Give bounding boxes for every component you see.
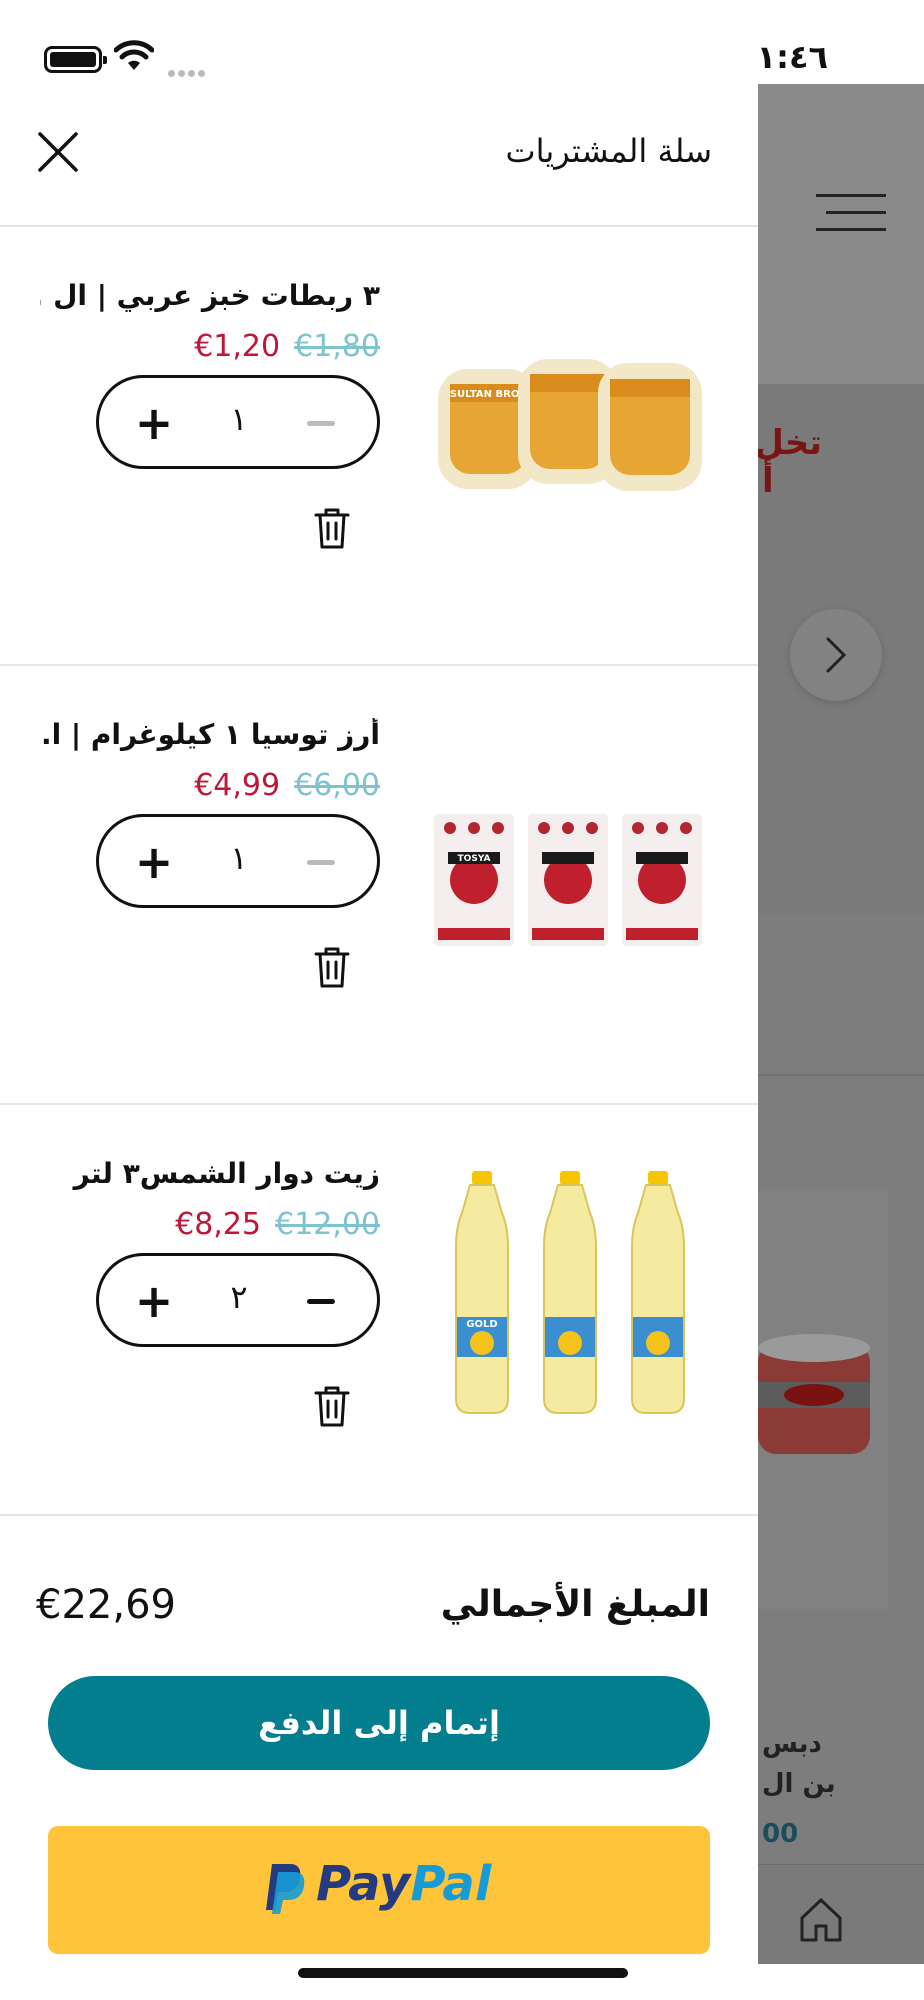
decrement-button[interactable] bbox=[295, 1274, 349, 1328]
status-bar: ١:٤٦ bbox=[0, 0, 924, 84]
paypal-icon bbox=[266, 1864, 305, 1914]
close-icon[interactable] bbox=[36, 130, 80, 174]
item-title: ٣ ربطات خبز عربي | ال ... bbox=[40, 279, 380, 312]
increment-button[interactable]: + bbox=[127, 396, 181, 450]
decrement-button[interactable] bbox=[295, 396, 349, 450]
item-price: €8,25 bbox=[175, 1207, 262, 1242]
item-price: €4,99 bbox=[194, 768, 281, 803]
paypal-pal-text: Pal bbox=[410, 1856, 492, 1912]
total-label: المبلغ الأجمالي bbox=[440, 1584, 710, 1625]
increment-button[interactable]: + bbox=[127, 1274, 181, 1328]
quantity-value: ٢ bbox=[230, 1278, 248, 1316]
item-title: زيت دوار الشمس٣ لتر bbox=[73, 1157, 380, 1190]
menu-icon bbox=[816, 194, 886, 234]
trash-icon[interactable] bbox=[312, 1383, 352, 1429]
item-old-price: €1,80 bbox=[294, 329, 380, 364]
checkout-button[interactable]: إتمام إلى الدفع bbox=[48, 1676, 710, 1770]
quantity-value: ١ bbox=[230, 400, 248, 438]
product-image: SULTAN BROT bbox=[438, 359, 702, 491]
item-price: €1,20 bbox=[194, 329, 281, 364]
paypal-wordmark: PayPal bbox=[316, 1856, 491, 1912]
cart-title: سلة المشتريات bbox=[505, 132, 712, 170]
cart-item: زيت دوار الشمس٣ لتر €8,25 €12,00 + ٢ GOLD bbox=[0, 1107, 758, 1544]
item-title: أرز توسيا ١ كيلوغرام | ا... bbox=[40, 718, 380, 751]
signal-icon bbox=[168, 62, 208, 81]
home-indicator bbox=[298, 1968, 628, 1978]
paypal-button[interactable]: PayPal bbox=[48, 1826, 710, 1954]
product-image bbox=[758, 1334, 870, 1454]
increment-button[interactable]: + bbox=[127, 835, 181, 889]
product-label: TOSYA bbox=[458, 854, 491, 864]
product-label: SULTAN BROT bbox=[450, 389, 526, 400]
quantity-stepper: + ٢ bbox=[96, 1253, 380, 1347]
product-image: GOLD bbox=[455, 1171, 685, 1414]
trash-icon[interactable] bbox=[312, 505, 352, 551]
item-prices: €4,99 €6,00 bbox=[194, 768, 380, 803]
background-app: تخل أ دبس بن ال 00 bbox=[758, 84, 924, 1964]
cart-item: أرز توسيا ١ كيلوغرام | ا... €4,99 €6,00 +… bbox=[0, 668, 758, 1105]
quantity-stepper: + ١ bbox=[96, 814, 380, 908]
cart-summary: المبلغ الأجمالي €22,69 إتمام إلى الدفع P… bbox=[0, 1514, 758, 1964]
cart-item: ٣ ربطات خبز عربي | ال ... €1,20 €1,80 + ١… bbox=[0, 229, 758, 666]
decrement-button[interactable] bbox=[295, 835, 349, 889]
total-value: €22,69 bbox=[36, 1582, 176, 1628]
background-header bbox=[758, 84, 924, 384]
status-time: ١:٤٦ bbox=[756, 38, 828, 76]
background-banner-text: تخل أ bbox=[758, 423, 822, 501]
background-product-price: 00 bbox=[762, 1819, 799, 1849]
wifi-icon bbox=[114, 40, 154, 70]
chevron-right-icon bbox=[790, 609, 882, 701]
item-prices: €1,20 €1,80 bbox=[194, 329, 380, 364]
item-old-price: €6,00 bbox=[294, 768, 380, 803]
trash-icon[interactable] bbox=[312, 944, 352, 990]
item-prices: €8,25 €12,00 bbox=[175, 1207, 380, 1242]
quantity-stepper: + ١ bbox=[96, 375, 380, 469]
quantity-value: ١ bbox=[230, 839, 248, 877]
background-product-title: دبس بن ال bbox=[762, 1729, 836, 1799]
item-old-price: €12,00 bbox=[275, 1207, 380, 1242]
cart-drawer: سلة المشتريات ٣ ربطات خبز عربي | ال ... … bbox=[0, 84, 758, 1964]
product-label: GOLD bbox=[466, 1319, 497, 1330]
product-image: TOSYA bbox=[434, 814, 702, 946]
paypal-pay-text: Pay bbox=[316, 1856, 411, 1912]
cart-header: سلة المشتريات bbox=[0, 84, 758, 227]
home-icon bbox=[800, 1898, 842, 1942]
divider bbox=[758, 1074, 924, 1076]
battery-icon bbox=[44, 46, 107, 73]
